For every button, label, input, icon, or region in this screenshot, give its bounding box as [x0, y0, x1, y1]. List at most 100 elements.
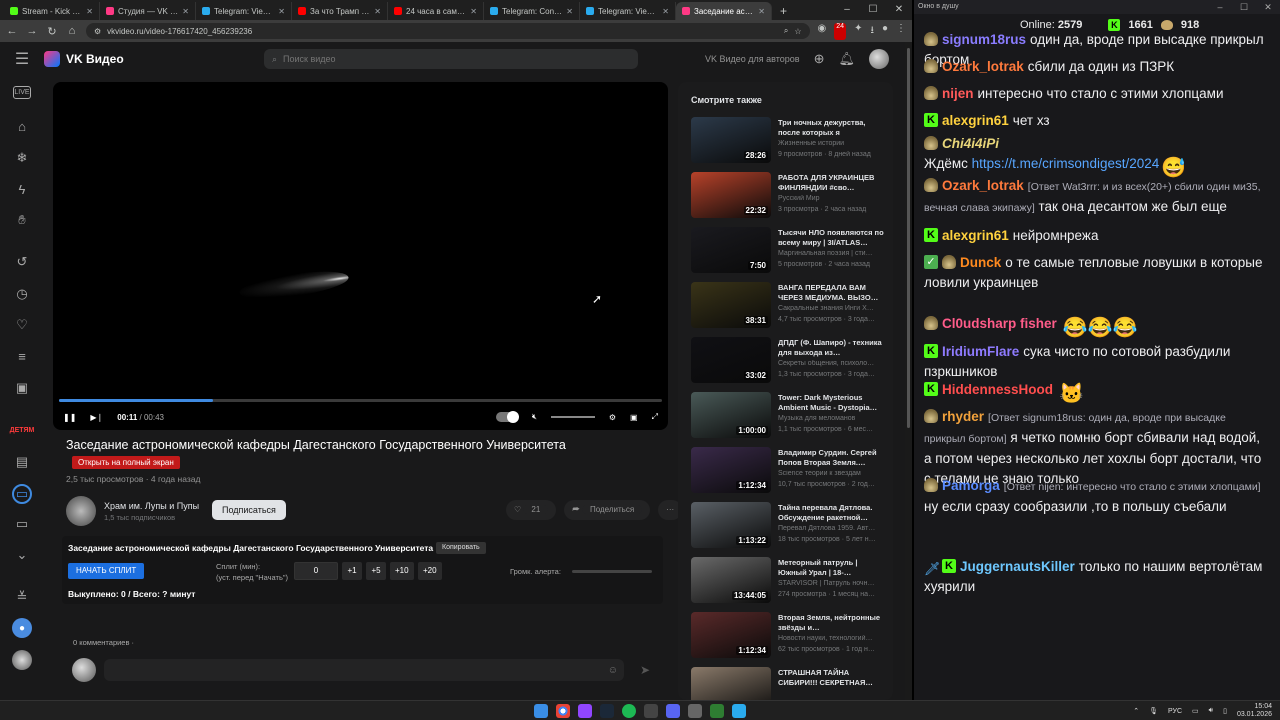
recommendation-thumbnail[interactable]: 13:44:05 — [691, 557, 771, 603]
chat-username[interactable]: rhyder — [942, 409, 984, 424]
recommendation-item[interactable]: 7:50 Тысячи НЛО появляются по всему миру … — [691, 227, 893, 277]
sidebar-home-icon[interactable]: ⌂ — [12, 116, 32, 136]
browser-tab[interactable]: Студия — VK Видео Li ✕ — [100, 2, 196, 20]
emoji-icon[interactable]: ☺ — [608, 665, 618, 676]
recommendation-channel[interactable]: STARVISOR | Патруль ночн… — [778, 580, 884, 587]
browser-tab[interactable]: Stream - Kick Dashboa✕ — [4, 2, 100, 20]
recommendation-item[interactable]: 13:44:05 Метеорный патруль | Южный Урал |… — [691, 557, 893, 607]
network-icon[interactable]: ▭ — [1192, 707, 1199, 715]
recommendation-thumbnail[interactable] — [691, 667, 771, 700]
mic-icon[interactable]: 🎙︎ — [1149, 707, 1158, 715]
recommendation-item[interactable]: 22:32 РАБОТА ДЛЯ УКРАИНЦЕВ ФИНЛЯНДИИ #сво… — [691, 172, 893, 222]
zoom-icon[interactable]: ⌕ — [784, 26, 788, 36]
site-info-icon[interactable]: ⚙ — [94, 27, 101, 36]
telegram-icon[interactable] — [732, 704, 746, 718]
recommendation-item[interactable]: 28:26 Три ночных дежурства, после которых… — [691, 117, 893, 167]
spotify-icon[interactable] — [622, 704, 636, 718]
recommendation-title[interactable]: ВАНГА ПЕРЕДАЛА ВАМ ЧЕРЕЗ МЕДИУМА. ВЫЗО… — [778, 283, 884, 303]
minimize-icon[interactable]: – — [1208, 0, 1232, 14]
recommendation-channel[interactable]: Сакральные знания Инги Х… — [778, 305, 884, 312]
steam-icon[interactable] — [600, 704, 614, 718]
recommendation-title[interactable]: Владимир Сурдин. Сергей Попов Вторая Зем… — [778, 448, 884, 468]
language-indicator[interactable]: РУС — [1168, 708, 1182, 715]
sidebar-flash-icon[interactable]: ϟ — [12, 179, 32, 199]
tab-close-icon[interactable]: ✕ — [374, 7, 381, 16]
subscribe-button[interactable]: Подписаться — [212, 500, 286, 520]
chat-username[interactable]: nijen — [942, 86, 974, 101]
channel-avatar[interactable] — [66, 496, 96, 526]
recommendation-title[interactable]: СТРАШНАЯ ТАЙНА СИБИРИ!!! СЕКРЕТНАЯ… — [778, 668, 884, 688]
chat-username[interactable]: signum18rus — [942, 32, 1026, 47]
sidebar-heart-icon[interactable]: ♡ — [12, 315, 32, 335]
browser-close-icon[interactable]: ✕ — [886, 0, 912, 20]
recommendation-thumbnail[interactable]: 38:31 — [691, 282, 771, 328]
extension-icon[interactable]: ◉ — [818, 23, 827, 40]
comment-input[interactable]: ☺ — [104, 659, 624, 681]
recommendation-item[interactable]: 1:00:00 Tower: Dark Mysterious Ambient Mu… — [691, 392, 893, 442]
sidebar-profile-icon[interactable]: ● — [12, 618, 32, 638]
app-icon[interactable] — [578, 704, 592, 718]
recommendation-channel[interactable]: Новости науки, технологий… — [778, 635, 884, 642]
back-icon[interactable]: ← — [6, 25, 18, 37]
chat-username[interactable]: Cl0udsharp fisher — [942, 316, 1057, 331]
chat-username[interactable]: alexgrin61 — [942, 113, 1009, 128]
bookmark-star-icon[interactable]: ☆ — [794, 27, 801, 36]
sidebar-clock-icon[interactable]: ◷ — [12, 284, 32, 304]
chat-username[interactable]: alexgrin61 — [942, 228, 1009, 243]
maximize-icon[interactable]: ☐ — [1232, 0, 1256, 14]
upload-plus-icon[interactable]: ⊕ — [814, 51, 825, 67]
recommendation-channel[interactable]: Музыка для меломанов — [778, 415, 884, 422]
recommendation-thumbnail[interactable]: 1:13:22 — [691, 502, 771, 548]
browser-tab[interactable]: За что Трамп пытаетс ✕ — [292, 2, 388, 20]
discord-icon[interactable] — [666, 704, 680, 718]
chat-username[interactable]: Dunck — [960, 255, 1001, 270]
chat-username[interactable]: JuggernautsKiller — [960, 559, 1075, 574]
sidebar-chevron-down-icon[interactable]: ⌄ — [12, 545, 32, 565]
increment-5-button[interactable]: +5 — [366, 562, 386, 580]
recommendation-item[interactable]: 33:02 ДПДГ (Ф. Шапиро) - техника для выхо… — [691, 337, 893, 387]
recommendation-title[interactable]: РАБОТА ДЛЯ УКРАИНЦЕВ ФИНЛЯНДИИ #сво… — [778, 173, 884, 193]
send-icon[interactable]: ➤ — [640, 663, 650, 677]
recommendation-title[interactable]: Метеорный патруль | Южный Урал | 18-… — [778, 558, 884, 578]
for-authors-link[interactable]: VK Видео для авторов — [705, 54, 800, 64]
address-bar[interactable]: ⚙ vkvideo.ru/video-176617420_456239236 ⌕… — [86, 23, 810, 39]
recommendation-item[interactable]: СТРАШНАЯ ТАЙНА СИБИРИ!!! СЕКРЕТНАЯ… — [691, 667, 893, 700]
sidebar-tv-icon[interactable]: ▭ — [12, 514, 32, 534]
app3-icon[interactable] — [710, 704, 724, 718]
recommendation-channel[interactable]: Жизненные истории — [778, 140, 884, 147]
recommendation-title[interactable]: ДПДГ (Ф. Шапиро) - техника для выхода из… — [778, 338, 884, 358]
browser-minimize-icon[interactable]: – — [834, 0, 860, 20]
volume-slider[interactable] — [550, 416, 595, 418]
tab-close-icon[interactable]: ✕ — [278, 7, 285, 16]
recommendation-title[interactable]: Три ночных дежурства, после которых я — [778, 118, 884, 138]
sidebar-channel-icon[interactable]: ▭ — [12, 484, 32, 504]
recommendation-title[interactable]: Tower: Dark Mysterious Ambient Music - D… — [778, 393, 884, 413]
sidebar-playlist-icon[interactable]: ≡ — [12, 346, 32, 366]
sidebar-subscriptions-icon[interactable]: ▣ — [12, 378, 32, 398]
video-player[interactable]: ➚ ❚❚ ▶❘ 00:11 / 00:43 🔇︎ ⚙ ▣ ⤢ — [53, 82, 668, 430]
tab-close-icon[interactable]: ✕ — [470, 7, 477, 16]
chrome-icon[interactable] — [556, 704, 570, 718]
share-button[interactable]: ⮫ Поделиться — [564, 500, 651, 520]
obs-icon[interactable] — [644, 704, 658, 718]
search-box[interactable]: ⌕ — [264, 49, 638, 69]
sidebar-kids-icon[interactable]: ДЕТЯМ — [10, 420, 35, 440]
tab-close-icon[interactable]: ✕ — [566, 7, 573, 16]
split-minutes-input[interactable]: 0 — [294, 562, 338, 580]
home-icon[interactable]: ⌂ — [66, 25, 78, 37]
pip-icon[interactable]: ▣ — [630, 413, 638, 422]
tab-close-icon[interactable]: ✕ — [662, 7, 669, 16]
recommendation-item[interactable]: 1:13:22 Тайна перевала Дятлова. Обсуждени… — [691, 502, 893, 552]
recommendation-channel[interactable]: Перевал Дятлова 1959. Авт… — [778, 525, 884, 532]
recommendation-thumbnail[interactable]: 22:32 — [691, 172, 771, 218]
browser-tab[interactable]: Telegram: View @victo ✕ — [196, 2, 292, 20]
open-fullscreen-button[interactable]: Открыть на полный экран — [72, 456, 180, 469]
mute-icon[interactable]: 🔇︎ — [532, 412, 537, 422]
browser-tab[interactable]: 24 часа в самом сложн✕ — [388, 2, 484, 20]
forward-icon[interactable]: → — [26, 25, 38, 37]
sidebar-live-icon[interactable]: LIVE — [13, 86, 31, 99]
recommendation-channel[interactable]: Русский Мир — [778, 195, 884, 202]
sidebar-history-icon[interactable]: ↺ — [12, 252, 32, 272]
download-icon[interactable]: ⭳ — [870, 23, 874, 40]
chat-username[interactable]: HiddennessHood — [942, 382, 1053, 397]
